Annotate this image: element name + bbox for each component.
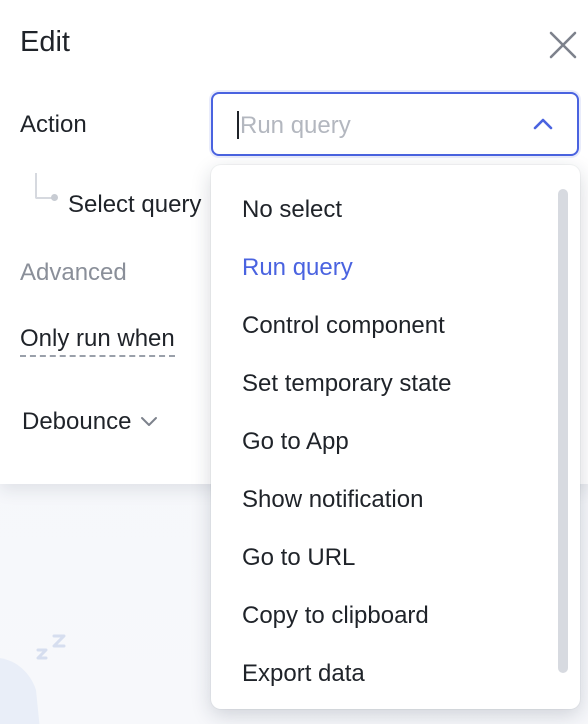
- close-icon[interactable]: [546, 28, 580, 62]
- debounce-toggle[interactable]: Debounce: [22, 408, 159, 436]
- option-copy-to-clipboard[interactable]: Copy to clipboard: [211, 587, 551, 645]
- debounce-label: Debounce: [22, 408, 132, 435]
- action-select[interactable]: Run query: [211, 92, 579, 156]
- chevron-down-icon: [141, 417, 158, 426]
- scrollbar-thumb[interactable]: [558, 189, 568, 673]
- option-go-to-url[interactable]: Go to URL: [211, 529, 551, 587]
- action-label: Action: [20, 111, 87, 138]
- select-query-label: Select query: [68, 191, 202, 218]
- text-cursor: [237, 111, 239, 139]
- dropdown-scrollbar[interactable]: [558, 189, 568, 695]
- advanced-section-title: Advanced: [20, 259, 127, 286]
- only-run-when-label[interactable]: Only run when: [20, 325, 175, 357]
- option-export-data[interactable]: Export data: [211, 645, 551, 703]
- chevron-up-icon[interactable]: [531, 114, 555, 134]
- option-show-notification[interactable]: Show notification: [211, 471, 551, 529]
- option-set-temporary-state[interactable]: Set temporary state: [211, 355, 551, 413]
- action-dropdown-menu: No select Run query Control component Se…: [211, 165, 580, 709]
- editor-canvas: Edit Action Select query Advanced Only r…: [0, 0, 588, 724]
- option-go-to-app[interactable]: Go to App: [211, 413, 551, 471]
- action-select-value: Run query: [240, 112, 351, 139]
- sleep-zz-icon: [36, 634, 66, 660]
- tree-node-dot: [51, 194, 58, 201]
- option-run-query[interactable]: Run query: [211, 239, 551, 297]
- panel-title: Edit: [20, 26, 70, 58]
- option-control-component[interactable]: Control component: [211, 297, 551, 355]
- option-no-select[interactable]: No select: [211, 181, 551, 239]
